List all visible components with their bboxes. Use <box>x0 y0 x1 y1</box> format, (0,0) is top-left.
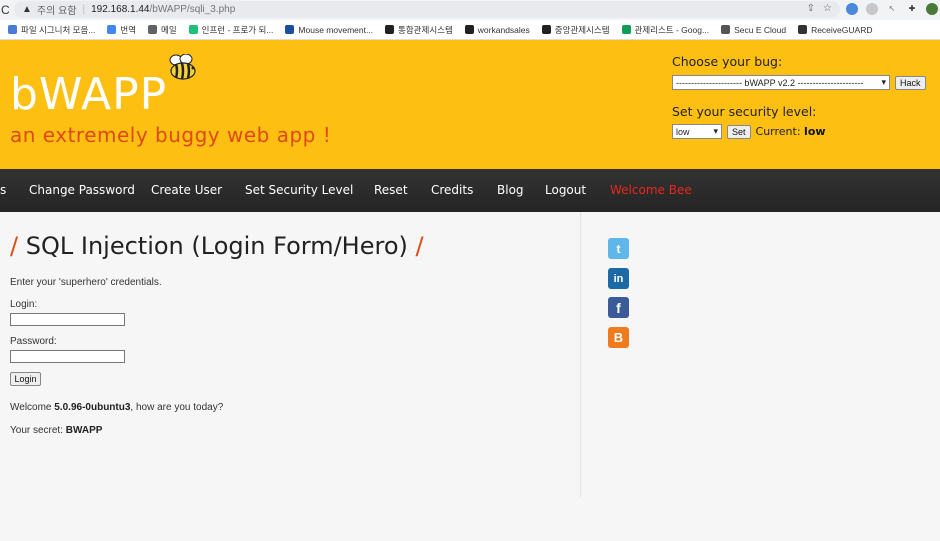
cursor-icon[interactable]: ↖ <box>886 3 898 15</box>
hack-button[interactable]: Hack <box>895 75 926 90</box>
bookmark-item[interactable]: 파일 시그니처 모음... <box>8 24 95 36</box>
bee-icon <box>169 54 196 80</box>
login-label: Login: <box>10 299 38 310</box>
extension-icon[interactable] <box>846 3 858 15</box>
bookmark-icon <box>8 25 17 34</box>
secret-message: Your secret: BWAPP <box>10 425 103 436</box>
bug-select[interactable]: ---------------------- bWAPP v2.2 ------… <box>672 75 890 90</box>
bookmark-icon <box>385 25 395 34</box>
nav-item-reset[interactable]: Reset <box>374 183 408 197</box>
main-content: / SQL Injection (Login Form/Hero) / Ente… <box>0 212 580 497</box>
bookmark-item[interactable]: Mouse movement... <box>285 25 373 35</box>
star-icon[interactable]: ☆ <box>823 3 832 14</box>
twitter-icon[interactable]: t <box>608 238 629 259</box>
avatar[interactable] <box>926 3 938 15</box>
current-security: Current: low <box>755 125 826 138</box>
bookmark-icon <box>464 25 474 34</box>
intro-text: Enter your 'superhero' credentials. <box>10 277 162 288</box>
nav-item-set-security-level[interactable]: Set Security Level <box>245 183 353 197</box>
bookmark-icon <box>798 25 808 34</box>
bookmark-item[interactable]: 관제리스트 - Goog... <box>621 24 709 36</box>
security-level-select[interactable]: low ▾ <box>672 124 722 139</box>
login-button[interactable]: Login <box>10 372 41 386</box>
set-button[interactable]: Set <box>727 124 751 139</box>
tagline: an extremely buggy web app ! <box>10 123 332 147</box>
bookmarks-bar: 파일 시그니처 모음... 번역 메일 인프런 - 프로가 되... Mouse mov… <box>0 20 940 40</box>
bookmark-icon <box>285 25 295 34</box>
welcome-user: Welcome Bee <box>610 183 692 197</box>
browser-toolbar: C ▲ 주의 요함 | 192.168.1.44/bWAPP/sqli_3.ph… <box>0 0 940 20</box>
bookmark-icon <box>541 25 551 34</box>
password-input[interactable] <box>10 350 125 363</box>
site-header: bWAPP an extremely buggy web app ! Choos… <box>0 40 940 169</box>
url: 192.168.1.44/bWAPP/sqli_3.php <box>91 4 236 15</box>
address-bar[interactable]: ▲ 주의 요함 | 192.168.1.44/bWAPP/sqli_3.php … <box>14 1 840 18</box>
nav-item-logout[interactable]: Logout <box>545 183 586 197</box>
bookmark-icon <box>148 25 158 34</box>
linkedin-icon[interactable]: in <box>608 268 629 289</box>
logo[interactable]: bWAPP <box>10 69 167 120</box>
blogger-icon[interactable]: B <box>608 327 629 348</box>
bookmark-item[interactable]: ReceiveGUARD <box>798 25 872 35</box>
warning-icon: ▲ <box>22 4 32 15</box>
puzzle-icon[interactable]: ✚ <box>906 3 918 15</box>
extension-icon[interactable] <box>866 3 878 15</box>
bookmark-item[interactable]: 번역 <box>107 24 136 36</box>
nav-item-create-user[interactable]: Create User <box>151 183 222 197</box>
welcome-message: Welcome 5.0.96-0ubuntu3, how are you tod… <box>10 402 224 413</box>
bookmark-item[interactable]: workandsales <box>464 25 530 35</box>
divider <box>580 212 582 497</box>
nav-item-credits[interactable]: Credits <box>431 183 473 197</box>
password-label: Password: <box>10 336 57 347</box>
facebook-icon[interactable]: f <box>608 297 629 318</box>
bookmark-icon <box>188 25 198 34</box>
share-icon[interactable]: ⇪ <box>807 3 815 14</box>
bookmark-icon <box>621 25 631 34</box>
bookmark-icon <box>107 25 117 34</box>
bug-panel: Choose your bug: ---------------------- … <box>672 54 936 139</box>
bookmark-item[interactable]: 메일 <box>148 24 177 36</box>
nav-item-blog[interactable]: Blog <box>497 183 524 197</box>
main-nav: s Change Password Create User Set Securi… <box>0 169 940 212</box>
chevron-down-icon: ▾ <box>713 126 718 136</box>
login-input[interactable] <box>10 313 125 326</box>
nav-item-change-password[interactable]: Change Password <box>29 183 135 197</box>
page-title: / SQL Injection (Login Form/Hero) / <box>10 232 424 260</box>
bookmark-icon <box>721 25 731 34</box>
bookmark-item[interactable]: 인프런 - 프로가 되... <box>188 24 273 36</box>
choose-bug-label: Choose your bug: <box>672 54 783 69</box>
bookmark-item[interactable]: 통합관제시스템 <box>385 24 453 36</box>
bookmark-item[interactable]: 중앙관제시스템 <box>541 24 610 36</box>
security-status: 주의 요함 <box>36 6 77 17</box>
reload-icon[interactable]: C <box>0 3 12 17</box>
nav-item-bugs[interactable]: s <box>0 183 6 197</box>
security-level-label: Set your security level: <box>672 104 817 119</box>
chevron-down-icon: ▾ <box>881 77 886 87</box>
bookmark-item[interactable]: Secu E Cloud <box>721 25 786 35</box>
